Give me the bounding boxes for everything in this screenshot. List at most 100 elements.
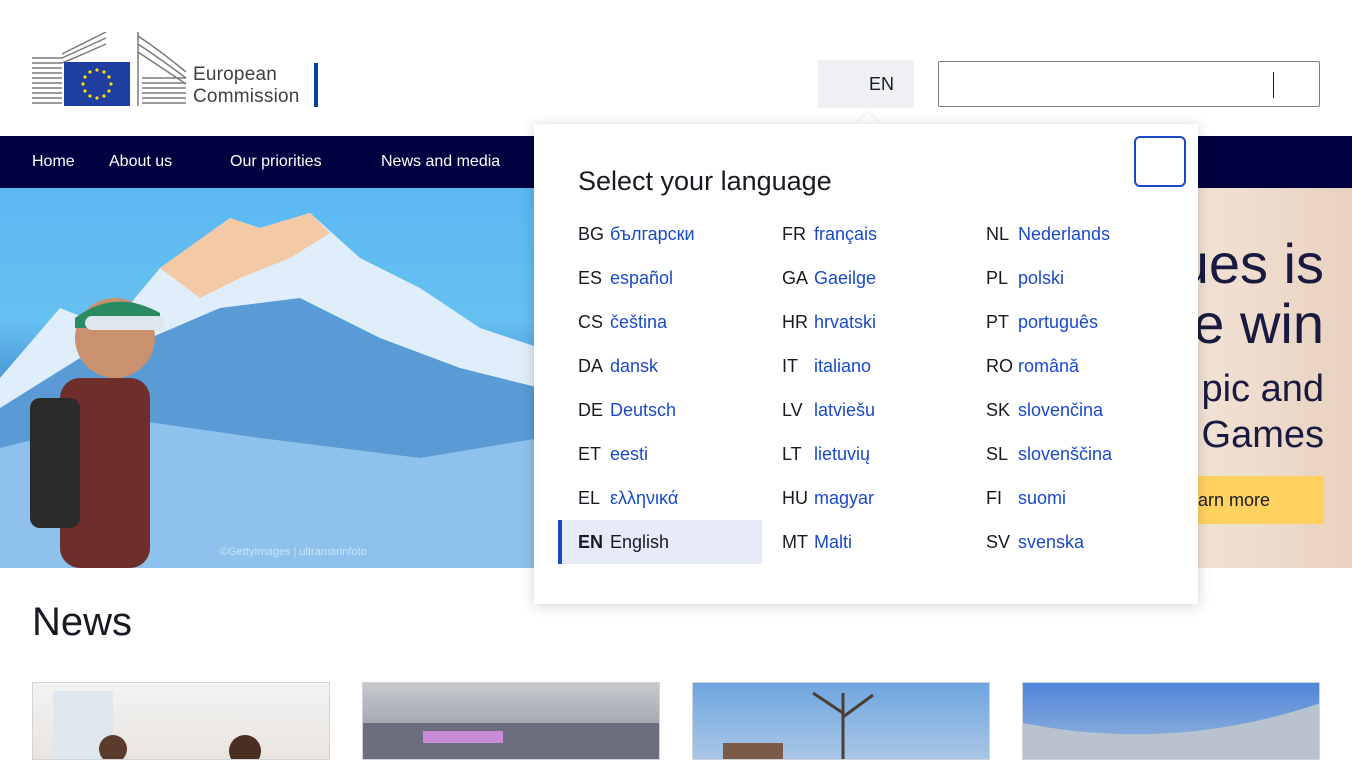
language-code: SV	[986, 532, 1011, 552]
language-code: DE	[578, 400, 604, 420]
news-card-3-image[interactable]	[692, 682, 990, 760]
language-name: Nederlands	[1018, 224, 1111, 244]
language-option-fi[interactable]: FI suomi	[966, 476, 1170, 520]
language-code: ES	[578, 268, 603, 288]
language-code: SL	[986, 444, 1009, 464]
image-credit: ©GettyImages | ultramarinfoto	[220, 546, 367, 558]
language-option-fr[interactable]: FR français	[762, 212, 966, 256]
language-code: FI	[986, 488, 1002, 508]
language-code: LT	[782, 444, 802, 464]
search-icon[interactable]	[1285, 74, 1307, 96]
close-icon	[1151, 153, 1169, 171]
language-option-pt[interactable]: PT português	[966, 300, 1170, 344]
globe-icon	[837, 75, 855, 93]
language-dropdown: Select your language BG български ES españo…	[534, 124, 1198, 604]
language-code: PT	[986, 312, 1010, 332]
language-code: PL	[986, 268, 1009, 288]
news-card-1-image[interactable]	[32, 682, 330, 760]
logo-line-2: Commission	[193, 86, 300, 107]
language-name: slovenčina	[1018, 400, 1104, 420]
language-option-da[interactable]: DA dansk	[558, 344, 762, 388]
language-option-pl[interactable]: PL polski	[966, 256, 1170, 300]
news-card-2-image[interactable]	[362, 682, 660, 760]
language-option-ro[interactable]: RO română	[966, 344, 1170, 388]
language-code: SK	[986, 400, 1011, 420]
language-name: magyar	[814, 488, 875, 508]
language-option-sl[interactable]: SL slovenščina	[966, 432, 1170, 476]
language-code: ET	[578, 444, 602, 464]
language-code: GA	[782, 268, 809, 288]
nav-item-home[interactable]: Home	[32, 136, 75, 188]
language-code: MT	[782, 532, 808, 552]
language-name: slovenščina	[1018, 444, 1113, 464]
language-code: BG	[578, 224, 605, 244]
news-card-4-image[interactable]	[1022, 682, 1320, 760]
news-section-title: News	[32, 600, 133, 644]
language-name: Gaeilge	[814, 268, 877, 288]
nav-item-news-and-media[interactable]: News and media	[381, 136, 500, 188]
language-option-es[interactable]: ES español	[558, 256, 762, 300]
language-option-de[interactable]: DE Deutsch	[558, 388, 762, 432]
search-divider	[1273, 72, 1274, 98]
language-code: HU	[782, 488, 808, 508]
european-commission-logo[interactable]: European Commission	[32, 31, 322, 108]
language-code: DA	[578, 356, 604, 376]
language-option-mt[interactable]: MT Malti	[762, 520, 966, 564]
language-name: hrvatski	[814, 312, 877, 332]
language-name: italiano	[814, 356, 872, 376]
language-name: English	[610, 532, 670, 552]
hero-subtitle-line-1: pic and	[1201, 368, 1324, 410]
search-input[interactable]	[947, 68, 1267, 100]
language-option-hu[interactable]: HU magyar	[762, 476, 966, 520]
language-dropdown-title: Select your language	[578, 166, 832, 196]
language-name: dansk	[610, 356, 659, 376]
language-code: FR	[782, 224, 806, 244]
language-option-hr[interactable]: HR hrvatski	[762, 300, 966, 344]
language-option-et[interactable]: ET eesti	[558, 432, 762, 476]
hero-subtitle: pic and Games	[1201, 366, 1324, 458]
language-name: български	[610, 224, 695, 244]
language-name: latviešu	[814, 400, 876, 420]
language-name: svenska	[1018, 532, 1085, 552]
language-option-bg[interactable]: BG български	[558, 212, 762, 256]
eu-flag-icon	[32, 31, 187, 106]
current-language-code: EN	[868, 73, 894, 94]
language-selector-button[interactable]: EN	[818, 60, 914, 108]
nav-item-about-us[interactable]: About us	[109, 136, 172, 188]
language-code: HR	[782, 312, 808, 332]
hero-subtitle-line-2: Games	[1201, 414, 1324, 456]
hero-title-line-2: e win	[1193, 292, 1324, 355]
language-code: EL	[578, 488, 601, 508]
language-name: suomi	[1018, 488, 1067, 508]
logo-text: European Commission	[193, 64, 300, 108]
language-option-ga[interactable]: GA Gaeilge	[762, 256, 966, 300]
language-name: português	[1018, 312, 1099, 332]
learn-more-button[interactable]: arn more	[1190, 476, 1324, 524]
hero-title-line-1: ues is	[1177, 232, 1324, 295]
language-option-lv[interactable]: LV latviešu	[762, 388, 966, 432]
close-button[interactable]	[1134, 136, 1186, 187]
language-code: CS	[578, 312, 604, 332]
language-option-cs[interactable]: CS čeština	[558, 300, 762, 344]
language-option-sv[interactable]: SV svenska	[966, 520, 1170, 564]
language-name: ελληνικά	[610, 488, 679, 508]
language-option-en[interactable]: EN English	[558, 520, 762, 564]
language-name: Deutsch	[610, 400, 677, 420]
language-code: EN	[578, 532, 604, 552]
language-name: română	[1018, 356, 1080, 376]
language-option-nl[interactable]: NL Nederlands	[966, 212, 1170, 256]
language-name: lietuvių	[814, 444, 871, 464]
language-name: español	[610, 268, 674, 288]
logo-divider	[314, 63, 318, 107]
language-option-el[interactable]: EL ελληνικά	[558, 476, 762, 520]
language-name: eesti	[610, 444, 649, 464]
nav-item-our-priorities[interactable]: Our priorities	[230, 136, 322, 188]
language-name: polski	[1018, 268, 1065, 288]
language-name: Malti	[814, 532, 853, 552]
language-option-it[interactable]: IT italiano	[762, 344, 966, 388]
language-name: français	[814, 224, 878, 244]
language-option-sk[interactable]: SK slovenčina	[966, 388, 1170, 432]
hero-title: ues is e win	[1178, 234, 1324, 354]
language-option-lt[interactable]: LT lietuvių	[762, 432, 966, 476]
logo-line-1: European	[193, 64, 278, 85]
